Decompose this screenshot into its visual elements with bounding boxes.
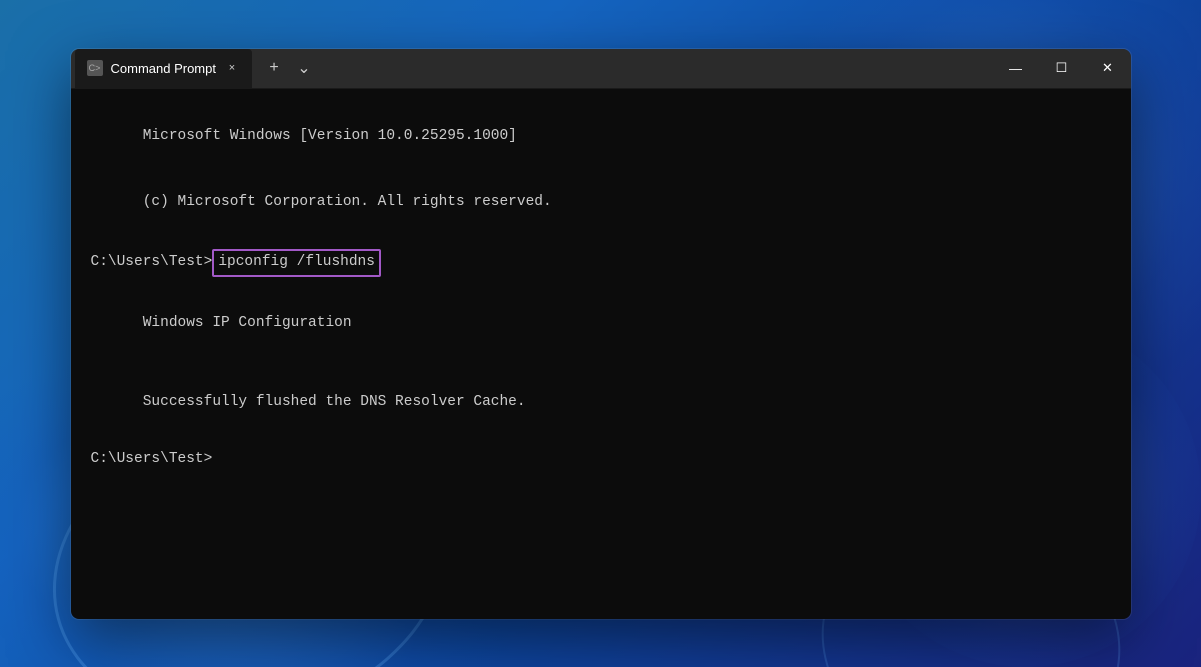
- spacer-4: [91, 435, 1111, 449]
- prompt-1: C:\Users\Test>: [91, 252, 213, 274]
- cmd-icon: C>: [87, 60, 103, 76]
- current-prompt-line: C:\Users\Test>: [91, 449, 1111, 471]
- maximize-button[interactable]: ☐: [1039, 49, 1085, 88]
- spacer-3: [91, 356, 1111, 370]
- spacer-2: [91, 277, 1111, 291]
- terminal-output: Microsoft Windows [Version 10.0.25295.10…: [71, 89, 1131, 619]
- output-line-1: Windows IP Configuration: [91, 291, 1111, 356]
- titlebar: C> Command Prompt × + ⌄ — ☐ ✕: [71, 49, 1131, 89]
- version-line: Microsoft Windows [Version 10.0.25295.10…: [91, 105, 1111, 170]
- cmd-window: C> Command Prompt × + ⌄ — ☐ ✕ Microsoft …: [71, 49, 1131, 619]
- tab-title-label: Command Prompt: [111, 61, 216, 76]
- close-button[interactable]: ✕: [1085, 49, 1131, 88]
- command-prompt-tab[interactable]: C> Command Prompt ×: [75, 49, 252, 88]
- tab-close-button[interactable]: ×: [224, 60, 240, 76]
- command-text: ipconfig /flushdns: [212, 249, 381, 277]
- new-tab-button[interactable]: +: [260, 54, 288, 82]
- input-line: C:\Users\Test>ipconfig /flushdns: [91, 249, 1111, 277]
- tab-actions: + ⌄: [252, 54, 326, 82]
- prompt-2: C:\Users\Test>: [91, 449, 213, 471]
- copyright-line: (c) Microsoft Corporation. All rights re…: [91, 170, 1111, 235]
- tab-dropdown-button[interactable]: ⌄: [290, 54, 318, 82]
- spacer-1: [91, 235, 1111, 249]
- output-line-2: Successfully flushed the DNS Resolver Ca…: [91, 370, 1111, 435]
- window-controls: — ☐ ✕: [993, 49, 1131, 88]
- tab-area: C> Command Prompt × + ⌄: [71, 49, 993, 88]
- minimize-button[interactable]: —: [993, 49, 1039, 88]
